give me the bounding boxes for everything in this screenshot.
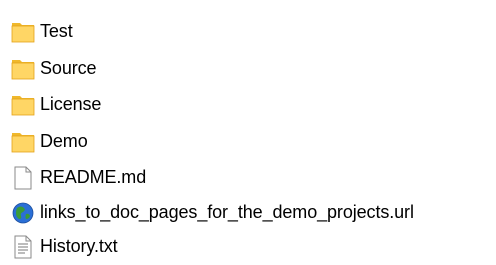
file-item-test[interactable]: Test bbox=[0, 14, 496, 48]
blank-document-icon bbox=[10, 165, 36, 191]
text-document-icon bbox=[10, 234, 36, 260]
file-item-label: Test bbox=[40, 21, 73, 41]
file-item-demo[interactable]: Demo bbox=[0, 124, 496, 158]
file-item-label: links_to_doc_pages_for_the_demo_projects… bbox=[40, 202, 414, 222]
file-item-label: Demo bbox=[40, 131, 88, 151]
file-item-label: Source bbox=[40, 58, 97, 78]
file-item-readme[interactable]: README.md bbox=[0, 160, 496, 194]
file-item-url-shortcut[interactable]: links_to_doc_pages_for_the_demo_projects… bbox=[0, 195, 496, 229]
file-item-label: README.md bbox=[40, 167, 147, 187]
file-item-source[interactable]: Source bbox=[0, 51, 496, 85]
internet-shortcut-globe-icon bbox=[10, 200, 36, 226]
file-list: Test Source License Demo README.md links… bbox=[0, 0, 496, 259]
file-item-label: History.txt bbox=[40, 236, 118, 256]
file-item-history[interactable]: History.txt bbox=[0, 229, 496, 263]
file-item-label: License bbox=[40, 94, 102, 114]
folder-icon bbox=[10, 56, 36, 82]
folder-icon bbox=[10, 19, 36, 45]
file-item-license[interactable]: License bbox=[0, 87, 496, 121]
folder-icon bbox=[10, 129, 36, 155]
folder-icon bbox=[10, 92, 36, 118]
